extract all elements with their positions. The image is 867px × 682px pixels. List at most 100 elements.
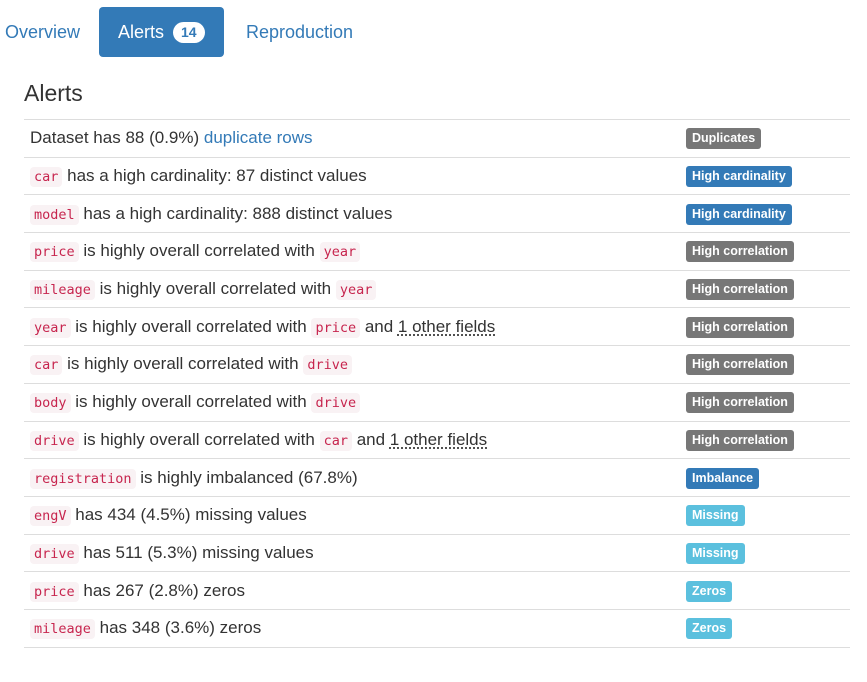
alert-label-cell: High correlation — [686, 382, 850, 421]
alert-text: is highly overall correlated with — [78, 241, 320, 261]
alert-row: car is highly overall correlated with dr… — [24, 345, 850, 384]
alert-type-badge: High correlation — [686, 354, 794, 376]
alert-row: body is highly overall correlated with d… — [24, 382, 850, 421]
alert-text: is highly overall correlated with — [70, 392, 312, 412]
column-name-code: engV — [30, 506, 71, 527]
tab-alerts[interactable]: Alerts 14 — [99, 7, 224, 57]
alert-type-badge: High correlation — [686, 279, 794, 301]
column-name-code: mileage — [30, 619, 95, 640]
column-name-code: price — [311, 317, 361, 338]
column-name-code: year — [319, 242, 361, 263]
alert-message: car has a high cardinality: 87 distinct … — [24, 156, 686, 195]
alert-message: model has a high cardinality: 888 distin… — [24, 194, 686, 233]
column-name-code: year — [30, 317, 71, 338]
alert-type-badge: Missing — [686, 542, 745, 564]
column-name-code: car — [30, 167, 63, 188]
alert-type-badge: Missing — [686, 505, 745, 527]
alert-text: has a high cardinality: 888 distinct val… — [78, 203, 393, 223]
alert-text: and — [351, 429, 390, 449]
other-fields-abbr[interactable]: 1 other fields — [390, 430, 487, 449]
alert-row: year is highly overall correlated with p… — [24, 307, 850, 346]
column-name-code: price — [30, 581, 79, 602]
alert-text: has 348 (3.6%) zeros — [94, 618, 262, 638]
column-name-code: drive — [303, 355, 352, 376]
alert-label-cell: Zeros — [686, 571, 850, 610]
section-title: Alerts — [24, 80, 83, 106]
tab-reproduction-label: Reproduction — [246, 21, 354, 42]
alert-row: car has a high cardinality: 87 distinct … — [24, 156, 850, 195]
tab-alerts-label: Alerts — [118, 21, 165, 42]
column-name-code: price — [30, 242, 79, 263]
alert-message: drive has 511 (5.3%) missing values — [24, 533, 686, 572]
alert-message: price is highly overall correlated with … — [24, 232, 686, 271]
alert-message: mileage is highly overall correlated wit… — [24, 269, 686, 308]
alert-label-cell: Missing — [686, 495, 850, 535]
alert-text: is highly overall correlated with — [94, 279, 336, 299]
column-name-code: drive — [30, 430, 79, 451]
column-name-code: body — [30, 393, 71, 414]
alert-message: car is highly overall correlated with dr… — [24, 345, 686, 384]
alert-type-badge: Zeros — [686, 618, 733, 640]
alert-text: has 267 (2.8%) zeros — [78, 580, 245, 600]
alert-row: drive is highly overall correlated with … — [24, 420, 850, 459]
alert-row: engV has 434 (4.5%) missing values Missin… — [24, 495, 850, 535]
alert-label-cell: High cardinality — [686, 156, 850, 195]
alert-message: drive is highly overall correlated with … — [24, 420, 686, 459]
alert-row: mileage is highly overall correlated wit… — [24, 269, 850, 308]
alert-type-badge: Imbalance — [686, 467, 760, 489]
alert-type-badge: High cardinality — [686, 203, 792, 225]
column-name-code: mileage — [30, 280, 95, 301]
alert-label-cell: High cardinality — [686, 194, 850, 233]
tab-overview-label: Overview — [5, 21, 81, 42]
alert-text: has 511 (5.3%) missing values — [78, 542, 314, 562]
alert-message: year is highly overall correlated with p… — [24, 307, 686, 346]
alert-message: price has 267 (2.8%) zeros — [24, 571, 686, 610]
alert-label-cell: High correlation — [686, 420, 850, 459]
alert-type-badge: Duplicates — [686, 128, 762, 150]
alert-label-cell: Duplicates — [686, 119, 850, 158]
alert-label-cell: High correlation — [686, 269, 850, 308]
alert-row: registration is highly imbalanced (67.8%… — [24, 458, 850, 497]
column-name-code: model — [30, 204, 79, 225]
column-name-code: drive — [311, 393, 361, 414]
alert-message: registration is highly imbalanced (67.8%… — [24, 458, 686, 497]
alert-type-badge: High correlation — [686, 241, 794, 263]
alert-message: body is highly overall correlated with d… — [24, 382, 686, 421]
column-name-code: car — [319, 430, 352, 451]
alert-row: price is highly overall correlated with … — [24, 232, 850, 271]
alert-text: is highly overall correlated with — [62, 354, 304, 374]
other-fields-abbr[interactable]: 1 other fields — [398, 317, 495, 336]
alert-type-badge: High cardinality — [686, 166, 792, 188]
alert-text: and — [360, 316, 398, 336]
alert-label-cell: Missing — [686, 533, 850, 572]
alert-row: mileage has 348 (3.6%) zeros Zeros — [24, 608, 850, 648]
alerts-count-badge: 14 — [173, 21, 205, 43]
alert-type-badge: Zeros — [686, 580, 733, 602]
alert-text: has a high cardinality: 87 distinct valu… — [62, 166, 367, 186]
alert-message: engV has 434 (4.5%) missing values — [24, 495, 686, 535]
alert-text: is highly overall correlated with — [78, 429, 320, 449]
column-name-code: drive — [30, 543, 79, 564]
alerts-table: Dataset has 88 (0.9%) duplicate rows Dupl… — [24, 119, 850, 648]
alert-message: Dataset has 88 (0.9%) duplicate rows — [24, 119, 686, 158]
alert-label-cell: High correlation — [686, 232, 850, 271]
tab-bar: Overview Alerts 14 Reproduction — [0, 7, 353, 57]
alert-message: mileage has 348 (3.6%) zeros — [24, 608, 686, 648]
column-name-code: year — [335, 280, 377, 301]
alert-type-badge: High correlation — [686, 392, 794, 414]
alert-label-cell: High correlation — [686, 345, 850, 384]
alert-type-badge: High correlation — [686, 316, 794, 338]
alert-label-cell: Imbalance — [686, 458, 850, 497]
alert-text: Dataset has 88 (0.9%) — [30, 128, 204, 148]
duplicate-rows-link[interactable]: duplicate rows — [204, 128, 313, 147]
alert-row: Dataset has 88 (0.9%) duplicate rows Dupl… — [24, 119, 850, 158]
alert-text: is highly imbalanced (67.8%) — [135, 467, 358, 487]
alert-row: drive has 511 (5.3%) missing values Missi… — [24, 533, 850, 572]
alert-row: model has a high cardinality: 888 distin… — [24, 194, 850, 233]
alert-row: price has 267 (2.8%) zeros Zeros — [24, 571, 850, 610]
alert-text: is highly overall correlated with — [70, 316, 312, 336]
column-name-code: car — [30, 355, 63, 376]
alert-text: has 434 (4.5%) missing values — [70, 505, 307, 525]
tab-overview[interactable]: Overview — [0, 7, 99, 57]
tab-reproduction[interactable]: Reproduction — [224, 7, 353, 57]
